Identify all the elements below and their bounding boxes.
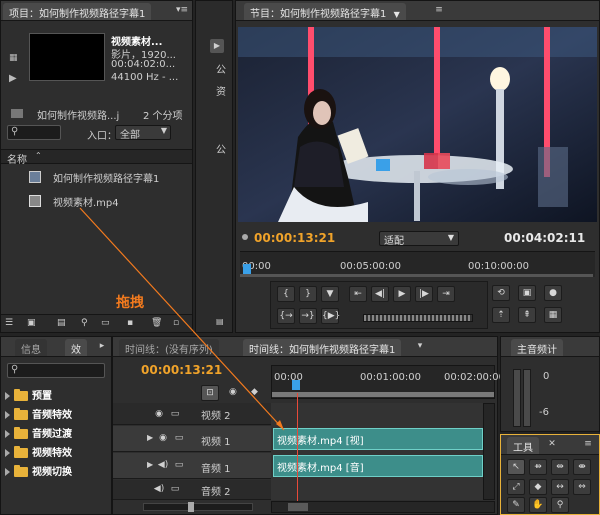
drag-label: 拖拽 <box>116 295 144 311</box>
drag-annotation-arrow <box>79 207 285 431</box>
